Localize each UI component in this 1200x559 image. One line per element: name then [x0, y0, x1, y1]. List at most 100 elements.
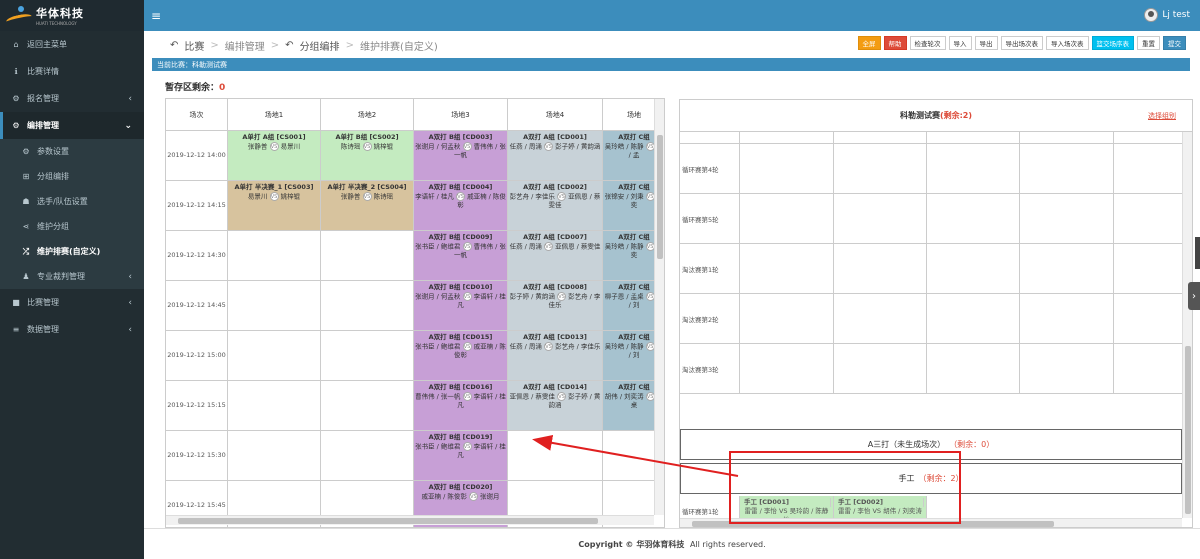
match-card[interactable]: A双打 B组 [CD004] 李语轩 / 桂凡 VS 戚亚楠 / 陈俊彰 — [414, 181, 508, 231]
sidebar-item-6[interactable]: ☗ 选手/队伍设置 — [0, 189, 144, 214]
match-card[interactable]: A双打 B组 [CD016] 曹伟伟 / 张一帆 VS 李语轩 / 桂凡 — [414, 381, 508, 431]
sidebar-item-10[interactable]: ■ 比赛管理 ‹ — [0, 289, 144, 316]
pool-slot[interactable] — [1020, 244, 1114, 293]
pool-vertical-scrollbar[interactable] — [1182, 132, 1192, 518]
match-card[interactable]: A单打 A组 [CS001] 张静普 VS 易景川 — [228, 131, 321, 181]
match-card[interactable]: A双打 B组 [CD009] 张书臣 / 鲍维君 VS 曹伟伟 / 张一帆 — [414, 231, 508, 281]
empty-slot[interactable] — [228, 281, 321, 331]
schedule-horizontal-scrollbar[interactable] — [166, 515, 654, 525]
select-group-link[interactable]: 选择组别 — [1148, 111, 1176, 121]
pool-slot[interactable] — [1020, 144, 1114, 193]
match-card[interactable]: A双打 B组 [CD003] 张谢月 / 何孟秋 VS 曹伟伟 / 张一帆 — [414, 131, 508, 181]
sidebar-item-11[interactable]: ≡ 数据管理 ‹ — [0, 316, 144, 343]
pool-slot[interactable] — [740, 144, 834, 193]
back-arrow-icon-2[interactable]: ↶ — [285, 40, 293, 51]
team-2: 亚佩恩 / 蔡雯佳 — [555, 242, 601, 251]
sidebar-item-5[interactable]: ⊞ 分组编排 — [0, 164, 144, 189]
sidebar-item-2[interactable]: ⚙ 报名管理 ‹ — [0, 85, 144, 112]
export-schedule-button[interactable]: 导出场次表 — [1000, 36, 1043, 50]
team-1: 曹伟伟 / 张一帆 — [415, 392, 461, 401]
pool-slot[interactable] — [834, 144, 927, 193]
menu-toggle-icon[interactable]: ≡ — [151, 9, 165, 23]
match-card[interactable]: A双打 B组 [CD015] 张书臣 / 鲍维君 VS 戚亚楠 / 陈俊彰 — [414, 331, 508, 381]
pool-slot[interactable] — [927, 294, 1020, 343]
crumb-grouping[interactable]: 分组编排 — [300, 38, 340, 53]
pool-slot[interactable] — [740, 194, 834, 243]
sidebar-item-label: 比赛详情 — [27, 67, 59, 76]
team-1: 彭子婷 / 黄韵涵 — [509, 292, 555, 301]
side-widget[interactable] — [1195, 237, 1200, 269]
schedule-vertical-scrollbar[interactable] — [654, 99, 664, 515]
match-card[interactable]: A单打 B组 [CS002] 陈诗瑶 VS 姚梓锟 — [321, 131, 414, 181]
empty-slot[interactable] — [508, 431, 603, 481]
empty-slot[interactable] — [228, 431, 321, 481]
chevron-icon: ⌄ — [124, 120, 132, 131]
match-card[interactable]: A双打 A组 [CD008] 彭子婷 / 黄韵涵 VS 彭艺舟 / 李佳乐 — [508, 281, 603, 331]
pool-slot[interactable] — [740, 244, 834, 293]
match-card[interactable]: A双打 B组 [CD019] 张书臣 / 鲍维君 VS 李语轩 / 桂凡 — [414, 431, 508, 481]
empty-slot[interactable] — [228, 381, 321, 431]
empty-slot[interactable] — [228, 331, 321, 381]
team-1: 张静普 — [247, 142, 268, 151]
reset-button[interactable]: 重置 — [1137, 36, 1160, 50]
check-rounds-button[interactable]: 检查轮次 — [909, 36, 946, 50]
fullscreen-button[interactable]: 全屏 — [857, 36, 881, 50]
team-1: 亚佩恩 / 蔡雯佳 — [509, 392, 555, 401]
empty-slot[interactable] — [228, 231, 321, 281]
pool-slot[interactable] — [1114, 144, 1184, 193]
pool-slot[interactable] — [834, 294, 927, 343]
match-card[interactable]: A单打 半决赛_2 [CS004] 张静普 VS 陈诗瑶 — [321, 181, 414, 231]
crumb-match[interactable]: 比赛 — [184, 38, 204, 53]
sidebar-item-1[interactable]: ℹ 比赛详情 — [0, 58, 144, 85]
pool-slot[interactable] — [1114, 344, 1184, 393]
right-expand-toggle[interactable]: › — [1188, 282, 1200, 310]
vs-icon: VS — [462, 241, 472, 251]
sidebar-item-9[interactable]: ♟ 专业裁判管理 ‹ — [0, 264, 144, 289]
sidebar-item-8[interactable]: ⤮ 维护排赛(自定义) — [0, 239, 144, 264]
match-card[interactable]: A单打 半决赛_1 [CS003] 易景川 VS 姚梓锟 — [228, 181, 321, 231]
match-card[interactable]: A双打 A组 [CD014] 亚佩恩 / 蔡雯佳 VS 彭子婷 / 黄韵涵 — [508, 381, 603, 431]
pool-slot[interactable] — [834, 244, 927, 293]
pool-slot[interactable] — [834, 194, 927, 243]
sidebar-item-4[interactable]: ⚙ 参数设置 — [0, 139, 144, 164]
empty-slot[interactable] — [321, 381, 414, 431]
pool-slot[interactable] — [834, 344, 927, 393]
sidebar-item-3[interactable]: ⚙ 编排管理 ⌄ — [0, 112, 144, 139]
empty-slot[interactable] — [321, 331, 414, 381]
user-menu[interactable]: Lj test — [1144, 8, 1190, 22]
match-card[interactable]: A双打 A组 [CD007] 任燕 / 周涌 VS 亚佩恩 / 蔡雯佳 — [508, 231, 603, 281]
submit-button[interactable]: 提交 — [1163, 36, 1186, 50]
import-button[interactable]: 导入 — [948, 36, 972, 50]
empty-slot[interactable] — [321, 431, 414, 481]
match-card[interactable]: A双打 A组 [CD002] 彭艺舟 / 李佳乐 VS 亚佩恩 / 蔡雯佳 — [508, 181, 603, 231]
pool-slot[interactable] — [1114, 194, 1184, 243]
match-card[interactable]: A双打 A组 [CD001] 任燕 / 周涌 VS 彭子婷 / 黄韵涵 — [508, 131, 603, 181]
pool-slot[interactable] — [1114, 294, 1184, 343]
import-schedule-button[interactable]: 导入场次表 — [1046, 36, 1089, 50]
pool-slot[interactable] — [1020, 344, 1114, 393]
staging-remaining: 暂存区剩余：0 — [165, 83, 226, 93]
empty-slot[interactable] — [321, 281, 414, 331]
sidebar-item-0[interactable]: ⌂ 返回主菜单 — [0, 31, 144, 58]
match-card[interactable]: A双打 B组 [CD010] 张谢月 / 何孟秋 VS 李语轩 / 桂凡 — [414, 281, 508, 331]
pool-slot[interactable] — [927, 144, 1020, 193]
pool-header: 科勒测试赛 (剩余:2) 选择组别 — [680, 100, 1192, 132]
sidebar-item-label: 编排管理 — [27, 121, 59, 130]
pool-slot[interactable] — [927, 194, 1020, 243]
pool-slot[interactable] — [740, 344, 834, 393]
help-button[interactable]: 帮助 — [883, 36, 907, 50]
brand-logo[interactable]: 华体科技 HUATI TECHNOLOGY — [0, 0, 144, 31]
back-arrow-icon[interactable]: ↶ — [170, 40, 178, 51]
submit-order-button[interactable]: 篮交场序表 — [1091, 36, 1134, 50]
pool-slot[interactable] — [927, 344, 1020, 393]
pool-slot[interactable] — [740, 294, 834, 343]
pool-slot[interactable] — [1114, 244, 1184, 293]
sidebar-item-7[interactable]: ⋖ 维护分组 — [0, 214, 144, 239]
pool-slot[interactable] — [1020, 294, 1114, 343]
pool-slot[interactable] — [927, 244, 1020, 293]
pool-slot[interactable] — [1020, 194, 1114, 243]
empty-slot[interactable] — [321, 231, 414, 281]
match-card[interactable]: A双打 A组 [CD013] 任燕 / 周涌 VS 彭艺舟 / 李佳乐 — [508, 331, 603, 381]
crumb-arrange[interactable]: 编排管理 — [225, 38, 265, 53]
export-button[interactable]: 导出 — [974, 36, 998, 50]
